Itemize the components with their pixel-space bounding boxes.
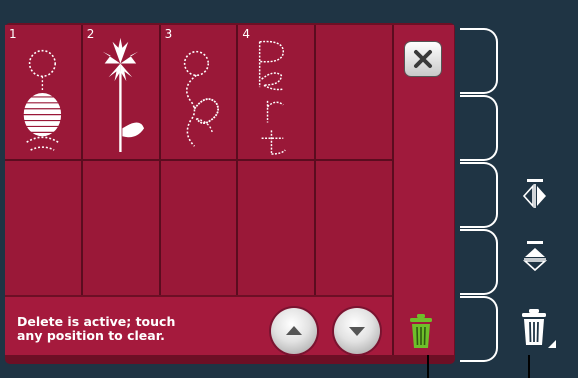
grid-cell-5[interactable] xyxy=(316,25,392,159)
grid-cell-3[interactable]: 3 xyxy=(160,25,237,159)
side-tab-5[interactable] xyxy=(460,296,498,362)
grid-cell-6[interactable] xyxy=(5,161,81,295)
sequence-grid: 1 2 3 4 xyxy=(5,25,392,295)
side-tab-3[interactable] xyxy=(460,162,498,228)
side-tab-4[interactable] xyxy=(460,229,498,295)
scroll-up-button[interactable] xyxy=(271,308,317,354)
stitch-preview-pert-text xyxy=(259,40,287,155)
stitch-preview-circle-satin xyxy=(22,49,63,151)
grid-cell-1[interactable]: 1 xyxy=(5,25,81,159)
arrow-up-icon xyxy=(286,326,302,335)
grid-cell-10[interactable] xyxy=(316,161,392,295)
scroll-down-button[interactable] xyxy=(334,308,380,354)
mirror-end-button[interactable] xyxy=(520,240,550,278)
side-tab-1[interactable] xyxy=(460,28,498,94)
arrow-down-icon xyxy=(349,327,365,336)
side-tab-2[interactable] xyxy=(460,95,498,161)
mirror-side-button[interactable] xyxy=(520,178,550,214)
close-icon xyxy=(414,50,432,68)
grid-cell-7[interactable] xyxy=(82,161,159,295)
delete-active-indicator xyxy=(407,313,435,349)
callout-line-trash xyxy=(528,355,530,378)
callout-line-green-trash xyxy=(427,355,429,378)
grid-cell-9[interactable] xyxy=(238,161,315,295)
grid-cell-4[interactable]: 4 xyxy=(238,25,315,159)
status-message: Delete is active; touch any position to … xyxy=(17,314,176,343)
trash-icon xyxy=(410,314,432,348)
stitch-preview-flower xyxy=(102,37,144,153)
close-button[interactable] xyxy=(405,42,441,76)
trash-icon xyxy=(522,309,556,348)
delete-button[interactable] xyxy=(520,308,556,352)
grid-cell-8[interactable] xyxy=(160,161,237,295)
stitch-preview-circle-heart xyxy=(183,50,219,147)
mirror-end-icon xyxy=(522,241,548,272)
mirror-side-icon xyxy=(522,179,546,209)
grid-cell-2[interactable]: 2 xyxy=(82,25,159,159)
